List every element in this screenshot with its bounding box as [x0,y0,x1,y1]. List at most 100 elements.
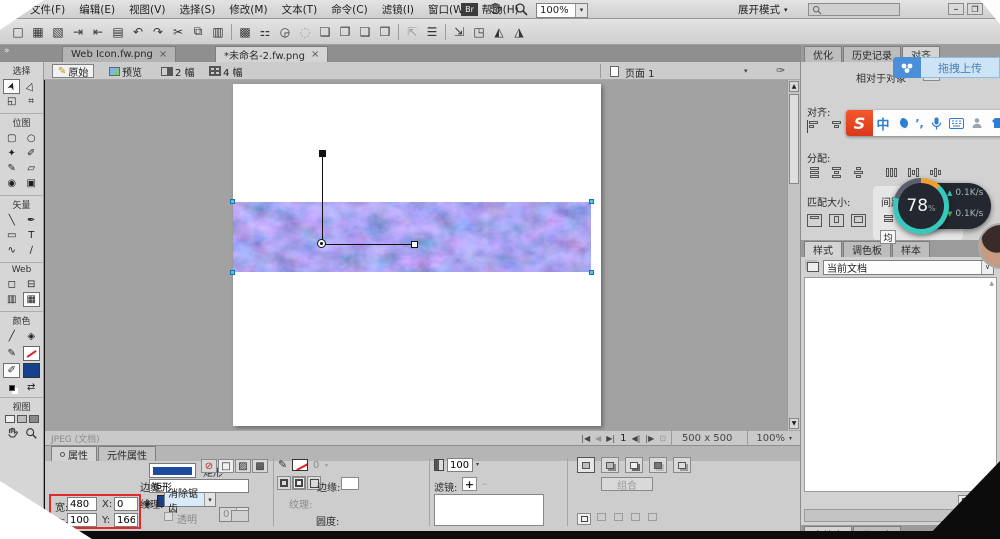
print-icon[interactable]: ▤ [108,23,128,41]
prev-page-icon[interactable]: ◀ [595,434,601,443]
crop-canvas-icon[interactable]: ◌ [295,23,315,41]
rubber-stamp-tool[interactable]: ▣ [23,176,40,191]
drag-upload-widget[interactable]: 拖拽上传 [893,57,1000,78]
ime-fullmoon-icon[interactable] [893,118,912,129]
styles-source-icon[interactable] [807,262,819,272]
add-filter-button[interactable]: + [462,477,477,491]
tab-untitled-document[interactable]: *未命名-2.fw.png × [215,46,328,62]
tab-optimize[interactable]: 优化 [804,46,842,62]
eraser-tool[interactable]: ▱ [23,161,40,176]
fit-canvas-icon[interactable]: ◳ [469,23,489,41]
style-icon[interactable] [648,513,657,521]
align-left-button[interactable] [807,120,822,133]
transparent-slider[interactable] [231,510,249,522]
transparent-checkbox[interactable] [164,512,173,521]
panel-collapse-chevrons[interactable]: » [4,46,10,56]
sogou-logo-icon[interactable]: S [846,110,873,136]
preview-view-button[interactable]: 预览 [104,64,147,78]
hand-tool-icon[interactable] [488,2,503,17]
menu-view[interactable]: 视图(V) [129,2,165,17]
selection-handle[interactable] [589,270,594,275]
import-icon[interactable]: ⇥ [68,23,88,41]
ungroup-icon[interactable]: ❐ [335,23,355,41]
y-input[interactable] [114,513,138,527]
hide-slices-button[interactable]: ▥ [3,292,20,307]
tab-symbol-properties[interactable]: 元件属性 [98,446,156,461]
cut-icon[interactable]: ✂ [168,23,188,41]
match-height-button[interactable] [829,214,844,227]
group-icon[interactable]: ❏ [315,23,335,41]
rotate-icon[interactable]: ◶ [275,23,295,41]
align-menu-icon[interactable]: ☰ [422,23,442,41]
join-icon[interactable]: ⇱ [402,23,422,41]
menu-select[interactable]: 选择(S) [179,2,215,17]
distribute-top-button[interactable] [807,166,822,179]
distort-preview-icon[interactable]: ✑ [776,64,785,77]
styles-list[interactable]: ▲ ▼ [804,277,997,492]
undo-icon[interactable]: ↶ [128,23,148,41]
ime-skin-icon[interactable] [987,117,1000,129]
scroll-down-icon[interactable]: ▼ [789,418,799,429]
pointer-tool[interactable]: ➤ [3,79,20,94]
canvas-vscrollbar[interactable]: ▲ ▼ [787,80,800,430]
zoom-indicator[interactable]: 100%▾ [747,430,800,446]
copy-icon[interactable]: ⧉ [188,23,208,41]
stroke-inside-button[interactable] [277,476,291,490]
spacing-horizontal-button[interactable] [881,214,896,227]
full-screen-button[interactable] [29,415,39,423]
fill-pattern-button[interactable]: ▩ [252,459,268,473]
mask-paste-button[interactable] [673,457,691,473]
mask-group-button[interactable] [649,457,667,473]
four-up-view-button[interactable]: 4 幅 [204,64,248,78]
stroke-center-button[interactable] [292,476,306,490]
selected-rectangle-object[interactable] [233,202,591,272]
ime-punctuation-icon[interactable]: ’, [912,117,927,130]
fill-edge-select[interactable]: 消除锯齿▾ [164,492,216,507]
even-spacing-button[interactable]: 均 [880,230,896,244]
zoom-tool-icon[interactable] [514,2,529,17]
last-page-icon[interactable]: ▶| [606,434,615,443]
width-input[interactable] [67,497,97,511]
ime-profile-icon[interactable] [967,117,987,129]
selection-handle[interactable] [230,270,235,275]
style-icon[interactable] [614,513,623,521]
lasso-tool[interactable]: ○ [23,131,40,146]
ime-mic-icon[interactable] [927,117,946,130]
magic-wand-tool[interactable]: ✦ [3,146,20,161]
paste-icon[interactable]: ▥ [208,23,228,41]
pencil-tool[interactable]: ✎ [3,161,20,176]
align-center-button[interactable] [829,120,844,133]
style-icon[interactable] [631,513,640,521]
match-width-button[interactable] [807,214,822,227]
mask-empty-button[interactable] [577,457,595,473]
flip-vertical-icon[interactable]: ◮ [509,23,529,41]
x-input[interactable] [114,497,138,511]
opacity-caret[interactable]: ▾ [476,461,479,468]
text-tool[interactable]: T [23,228,40,243]
app-search-input[interactable] [808,3,900,16]
distribute-right-button[interactable] [929,166,944,179]
mask-alpha-button[interactable] [625,457,643,473]
standard-screen-button[interactable] [5,415,15,423]
blur-tool[interactable]: ◉ [3,176,20,191]
line-tool[interactable]: ╲ [3,213,20,228]
save-icon[interactable]: ▦ [28,23,48,41]
workspace-switcher[interactable]: 展开模式▾ [738,2,788,17]
menu-text[interactable]: 文本(T) [282,2,318,17]
minimize-button[interactable]: – [948,3,964,15]
scroll-up-icon[interactable]: ▲ [789,81,799,92]
fill-color-icon[interactable]: ✐ [3,363,20,378]
fill-gradient-button[interactable]: ▨ [235,459,251,473]
distribute-left-button[interactable] [885,166,900,179]
zoom-level-select[interactable]: 100%▾ [536,3,588,18]
subselection-tool[interactable]: ▷ [23,79,40,94]
gauge-ring[interactable]: 78 % [893,178,949,234]
menu-edit[interactable]: 编辑(E) [79,2,115,17]
stroke-size-caret[interactable]: ▾ [325,462,328,469]
first-page-icon[interactable]: |◀ [581,434,590,443]
flip-horizontal-icon[interactable]: ◭ [489,23,509,41]
stroke-color-swatch[interactable] [23,346,40,361]
hand-tool[interactable] [6,427,19,440]
stroke-color-well[interactable] [292,459,308,471]
stroke-edge-slider[interactable] [341,477,359,490]
